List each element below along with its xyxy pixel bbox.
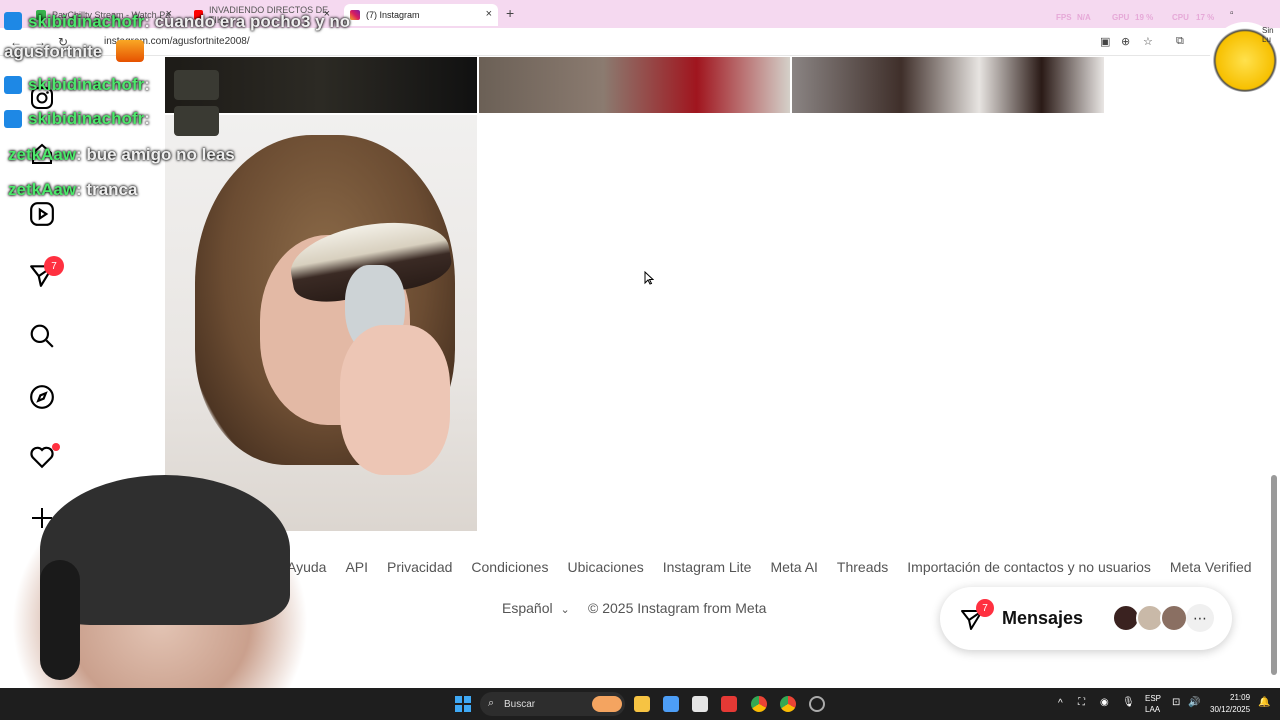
close-icon[interactable]: ×: [486, 8, 492, 20]
language-select[interactable]: Español ⌄: [502, 600, 570, 616]
explore-icon[interactable]: [28, 383, 56, 411]
notification-center-icon[interactable]: 🔔: [1258, 697, 1270, 708]
windows-taskbar: ⌕ Buscar ^ ⛶ ◉ 🎙 ESP LAA ⊡ 🔊 21:09 30/12…: [0, 688, 1280, 720]
post-thumbnail[interactable]: [479, 57, 790, 113]
tray-expand-icon[interactable]: ^: [1058, 698, 1063, 709]
post-thumbnail[interactable]: [792, 57, 1104, 113]
gpu-label: GPU: [1112, 13, 1130, 22]
emote-image: [174, 106, 219, 136]
store-icon[interactable]: [692, 696, 708, 712]
file-explorer-icon[interactable]: [634, 696, 650, 712]
chat-message: skibidinachofr:: [28, 109, 150, 128]
address-bar: ← → ↻ instagram.com/agusfortnite2008/ ▣ …: [0, 28, 1280, 56]
tab-label: (7) Instagram: [366, 10, 420, 20]
tray-app-icon[interactable]: ◉: [1100, 697, 1109, 708]
post-thumbnail-mushroom[interactable]: [165, 115, 477, 531]
footer-links: Ayuda API Privacidad Condiciones Ubicaci…: [287, 559, 1271, 575]
instagram-icon: [350, 10, 360, 20]
fps-label: FPS: [1056, 13, 1072, 22]
footer-link-meta-verified[interactable]: Meta Verified: [1170, 559, 1252, 575]
reels-icon[interactable]: [28, 200, 56, 228]
chevron-down-icon: ⌄: [560, 604, 570, 616]
network-icon[interactable]: ⊡: [1172, 697, 1180, 708]
cpu-value: 17 %: [1196, 13, 1215, 22]
cpu-label: CPU: [1172, 13, 1189, 22]
zoom-icon[interactable]: ⊕: [1121, 35, 1130, 48]
input-language-bottom[interactable]: LAA: [1145, 705, 1160, 714]
footer-link-privacy[interactable]: Privacidad: [387, 559, 452, 575]
messages-pill[interactable]: 7 Mensajes ⋯: [940, 587, 1232, 650]
fps-value: N/A: [1077, 13, 1091, 22]
new-tab-button[interactable]: +: [506, 5, 514, 21]
webcam-headset: [40, 560, 80, 680]
chat-message: zetkAaw: tranca: [8, 180, 138, 199]
footer-link-locations[interactable]: Ubicaciones: [567, 559, 643, 575]
install-app-icon[interactable]: ▣: [1100, 35, 1110, 48]
stream-logo: Sin Lu: [1210, 22, 1280, 92]
wps-icon[interactable]: [721, 696, 737, 712]
tab-instagram[interactable]: (7) Instagram ×: [344, 4, 498, 26]
chat-badge-icon: [4, 110, 22, 128]
copyright: © 2025 Instagram from Meta: [588, 600, 767, 616]
volume-icon[interactable]: 🔊: [1188, 697, 1200, 708]
chat-badge-icon: [4, 12, 22, 30]
chat-message-continued: agusfortnite: [4, 42, 103, 61]
messages-pill-label: Mensajes: [1002, 608, 1084, 628]
scrollbar-thumb[interactable]: [1271, 475, 1277, 675]
windows-start-icon[interactable]: [455, 696, 471, 712]
search-icon[interactable]: [28, 322, 56, 350]
app-icon[interactable]: [809, 696, 825, 712]
footer-link-contacts[interactable]: Importación de contactos y no usuarios: [907, 559, 1151, 575]
tray-app-icon[interactable]: ⛶: [1078, 697, 1085, 708]
microphone-icon[interactable]: 🎙: [1122, 697, 1135, 708]
chat-message: skibidinachofr: cuando era pocho3 y no: [28, 12, 351, 31]
chat-message: zetkAaw: bue amigo no leas: [8, 145, 235, 164]
chat-message: skibidinachofr:: [28, 75, 150, 94]
emote-image: [116, 40, 144, 62]
messages-badge: 7: [44, 256, 64, 276]
bookmark-star-icon[interactable]: ☆: [1143, 35, 1153, 48]
input-language-top[interactable]: ESP: [1145, 694, 1161, 703]
footer-link-meta-ai[interactable]: Meta AI: [770, 559, 817, 575]
footer-link-threads[interactable]: Threads: [837, 559, 888, 575]
mouse-cursor-icon: [644, 271, 654, 285]
avatar: [1160, 604, 1188, 632]
webcam-overlay: [0, 470, 320, 688]
search-highlight-icon[interactable]: [592, 696, 622, 712]
footer-link-api[interactable]: API: [345, 559, 368, 575]
emote-image: [174, 70, 219, 100]
notification-dot: [52, 443, 60, 451]
chat-badge-icon: [4, 76, 22, 94]
search-icon: ⌕: [488, 697, 495, 709]
footer-link-lite[interactable]: Instagram Lite: [663, 559, 752, 575]
gpu-value: 19 %: [1135, 13, 1154, 22]
chrome-icon[interactable]: [780, 696, 796, 712]
microsoft-365-icon[interactable]: [663, 696, 679, 712]
messages-pill-badge: 7: [976, 599, 994, 617]
photo-hand: [340, 325, 450, 475]
more-icon[interactable]: ⋯: [1186, 604, 1214, 632]
language-label: Español: [502, 600, 553, 616]
clock-time[interactable]: 21:09: [1230, 693, 1250, 702]
footer-link-terms[interactable]: Condiciones: [471, 559, 548, 575]
extensions-icon[interactable]: ⧉: [1176, 35, 1184, 48]
restore-icon[interactable]: ▫: [1230, 8, 1234, 19]
chrome-icon[interactable]: [751, 696, 767, 712]
clock-date[interactable]: 30/12/2025: [1210, 705, 1250, 714]
